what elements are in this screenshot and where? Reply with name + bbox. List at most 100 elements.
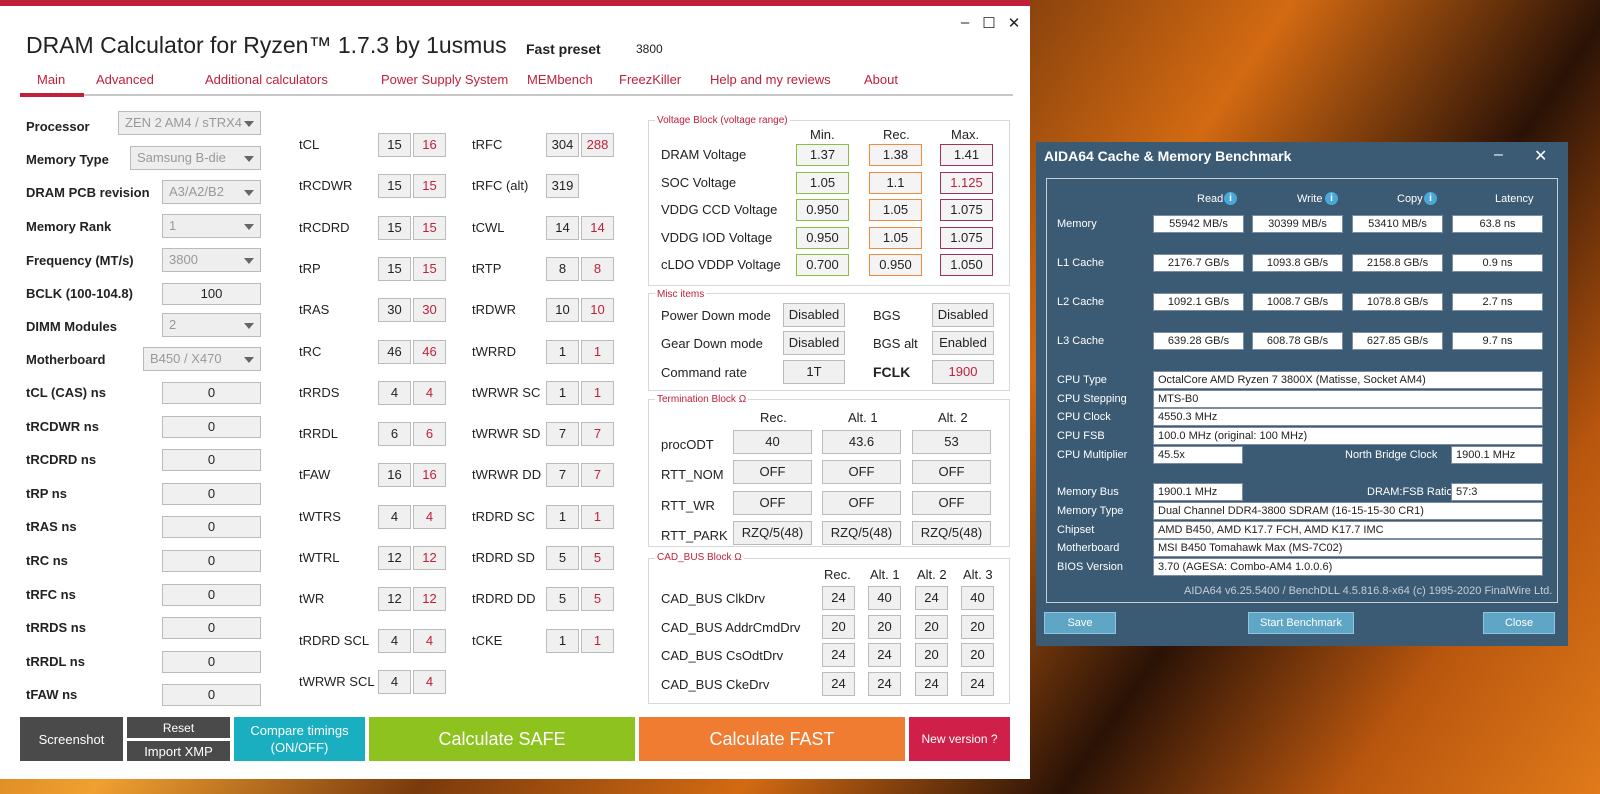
aida-result-value: 627.85 GB/s — [1352, 332, 1443, 350]
timing-value[interactable]: 304 — [546, 133, 579, 157]
ns-input[interactable]: 0 — [162, 617, 261, 640]
close-icon[interactable]: ✕ — [1005, 14, 1023, 32]
timing-value[interactable]: 15 — [378, 133, 411, 157]
voltage-min: 1.05 — [796, 171, 849, 194]
aida-result-value: 55942 MB/s — [1153, 215, 1244, 233]
timing-value[interactable]: 1 — [546, 504, 579, 529]
cad-bus-label: CAD_BUS CkeDrv — [661, 677, 770, 693]
ns-input[interactable]: 0 — [162, 650, 261, 673]
timing-value[interactable]: 15 — [378, 174, 411, 199]
calculate-safe-button[interactable]: Calculate SAFE — [369, 717, 635, 761]
close-button[interactable]: Close — [1483, 612, 1555, 634]
ns-input[interactable]: 0 — [162, 516, 261, 539]
dram-calculator-window: – ☐ ✕ DRAM Calculator for Ryzen™ 1.7.3 b… — [0, 0, 1030, 779]
memory-bus-value: 1900.1 MHz — [1153, 483, 1243, 501]
timing-value[interactable]: 4 — [378, 380, 411, 405]
processor-select[interactable]: ZEN 2 AM4 / sTRX4 — [118, 111, 261, 135]
memory-type-select[interactable]: Samsung B-die — [130, 146, 261, 170]
info-icon[interactable]: i — [1424, 192, 1437, 205]
compare-timings-button[interactable]: Compare timings (ON/OFF) — [234, 717, 365, 761]
cad-bus-value: 20 — [915, 643, 948, 668]
ns-input[interactable]: 0 — [162, 449, 261, 472]
cad-header-alt1: Alt. 1 — [870, 567, 900, 582]
timing-value[interactable]: 319 — [546, 174, 579, 199]
timing-value[interactable]: 46 — [378, 339, 411, 364]
timing-value[interactable]: 14 — [546, 215, 579, 240]
voltage-min: 1.37 — [796, 144, 849, 166]
screenshot-button[interactable]: Screenshot — [20, 717, 123, 761]
dram-pcb-revision-select[interactable]: A3/A2/B2 — [162, 180, 261, 204]
termination-value: OFF — [822, 460, 901, 485]
tab-about[interactable]: About — [864, 72, 898, 87]
aida-result-value: 63.8 ns — [1452, 215, 1543, 233]
ns-input[interactable]: 0 — [162, 684, 261, 707]
memory-rank-select[interactable]: 1 — [162, 214, 261, 238]
timing-value[interactable]: 12 — [378, 587, 411, 612]
tab-membench[interactable]: MEMbench — [527, 72, 593, 87]
timing-value[interactable]: 15 — [378, 215, 411, 240]
timing-value[interactable]: 1 — [546, 380, 579, 405]
timing-value[interactable]: 30 — [378, 298, 411, 323]
timing-value[interactable]: 10 — [546, 298, 579, 323]
timing-value[interactable]: 15 — [378, 256, 411, 281]
power-down-value: Disabled — [783, 303, 845, 327]
tab-freezkiller[interactable]: FreezKiller — [619, 72, 681, 87]
info-icon[interactable]: i — [1224, 192, 1237, 205]
info-icon[interactable]: i — [1325, 192, 1338, 205]
frequency-select[interactable]: 3800 — [162, 248, 261, 272]
timing-value[interactable]: 5 — [546, 587, 579, 612]
termination-value: OFF — [822, 490, 901, 515]
bclk-input[interactable]: 100 — [162, 283, 261, 305]
timing-value[interactable]: 1 — [546, 339, 579, 364]
ns-input[interactable]: 0 — [162, 382, 261, 404]
ns-input[interactable]: 0 — [162, 583, 261, 606]
tab-advanced[interactable]: Advanced — [96, 72, 154, 87]
timing-value[interactable]: 7 — [546, 422, 579, 447]
timing-value[interactable]: 1 — [546, 628, 579, 653]
cad-bus-value: 24 — [961, 672, 994, 697]
tab-additional-calculators[interactable]: Additional calculators — [205, 72, 328, 87]
minimize-icon[interactable]: – — [956, 14, 974, 31]
import-xmp-button[interactable]: Import XMP — [127, 741, 230, 761]
timing-recommended: 1 — [581, 380, 614, 405]
timing-label: tRDRD DD — [472, 591, 536, 607]
timing-value[interactable]: 7 — [546, 463, 579, 488]
timing-value[interactable]: 4 — [378, 628, 411, 653]
tab-help-and-reviews[interactable]: Help and my reviews — [710, 72, 831, 87]
maximize-icon[interactable]: ☐ — [980, 14, 998, 32]
new-version-button[interactable]: New version ? — [909, 717, 1010, 761]
aida-close-icon[interactable]: ✕ — [1534, 146, 1547, 166]
ns-input[interactable]: 0 — [162, 550, 261, 572]
save-button[interactable]: Save — [1044, 612, 1116, 634]
dimm-modules-select[interactable]: 2 — [162, 313, 261, 337]
timing-value[interactable]: 4 — [378, 669, 411, 694]
tab-power-supply-system[interactable]: Power Supply System — [381, 72, 508, 87]
calculate-fast-button[interactable]: Calculate FAST — [639, 717, 905, 761]
timing-value[interactable]: 6 — [378, 422, 411, 447]
aida-row-label: L2 Cache — [1057, 296, 1105, 308]
timing-value[interactable]: 12 — [378, 546, 411, 570]
voltage-label: DRAM Voltage — [661, 147, 747, 162]
ns-label: tRRDS ns — [26, 620, 86, 636]
dram-fsb-ratio-label: DRAM:FSB Ratio — [1367, 486, 1453, 498]
timing-recommended: 15 — [413, 174, 446, 199]
ns-input[interactable]: 0 — [162, 415, 261, 438]
aida-minimize-icon[interactable]: – — [1494, 146, 1503, 164]
timing-label: tWRWR SCL — [299, 673, 375, 689]
timing-recommended: 4 — [413, 380, 446, 405]
timing-value[interactable]: 16 — [378, 463, 411, 488]
tab-main[interactable]: Main — [37, 72, 65, 87]
reset-button[interactable]: Reset — [127, 717, 230, 738]
start-benchmark-button[interactable]: Start Benchmark — [1248, 612, 1354, 634]
timing-value[interactable]: 4 — [378, 504, 411, 529]
timing-value[interactable]: 8 — [546, 256, 579, 281]
timing-label: tWR — [299, 591, 325, 607]
timing-value[interactable]: 5 — [546, 546, 579, 570]
cad-bus-value: 40 — [868, 586, 901, 610]
bgs-label: BGS — [873, 308, 901, 323]
bgs-value: Disabled — [932, 303, 994, 327]
timing-label: tRDRD SC — [472, 508, 535, 524]
ns-input[interactable]: 0 — [162, 482, 261, 505]
termination-value: 53 — [912, 430, 991, 454]
motherboard-select[interactable]: B450 / X470 — [143, 347, 261, 371]
